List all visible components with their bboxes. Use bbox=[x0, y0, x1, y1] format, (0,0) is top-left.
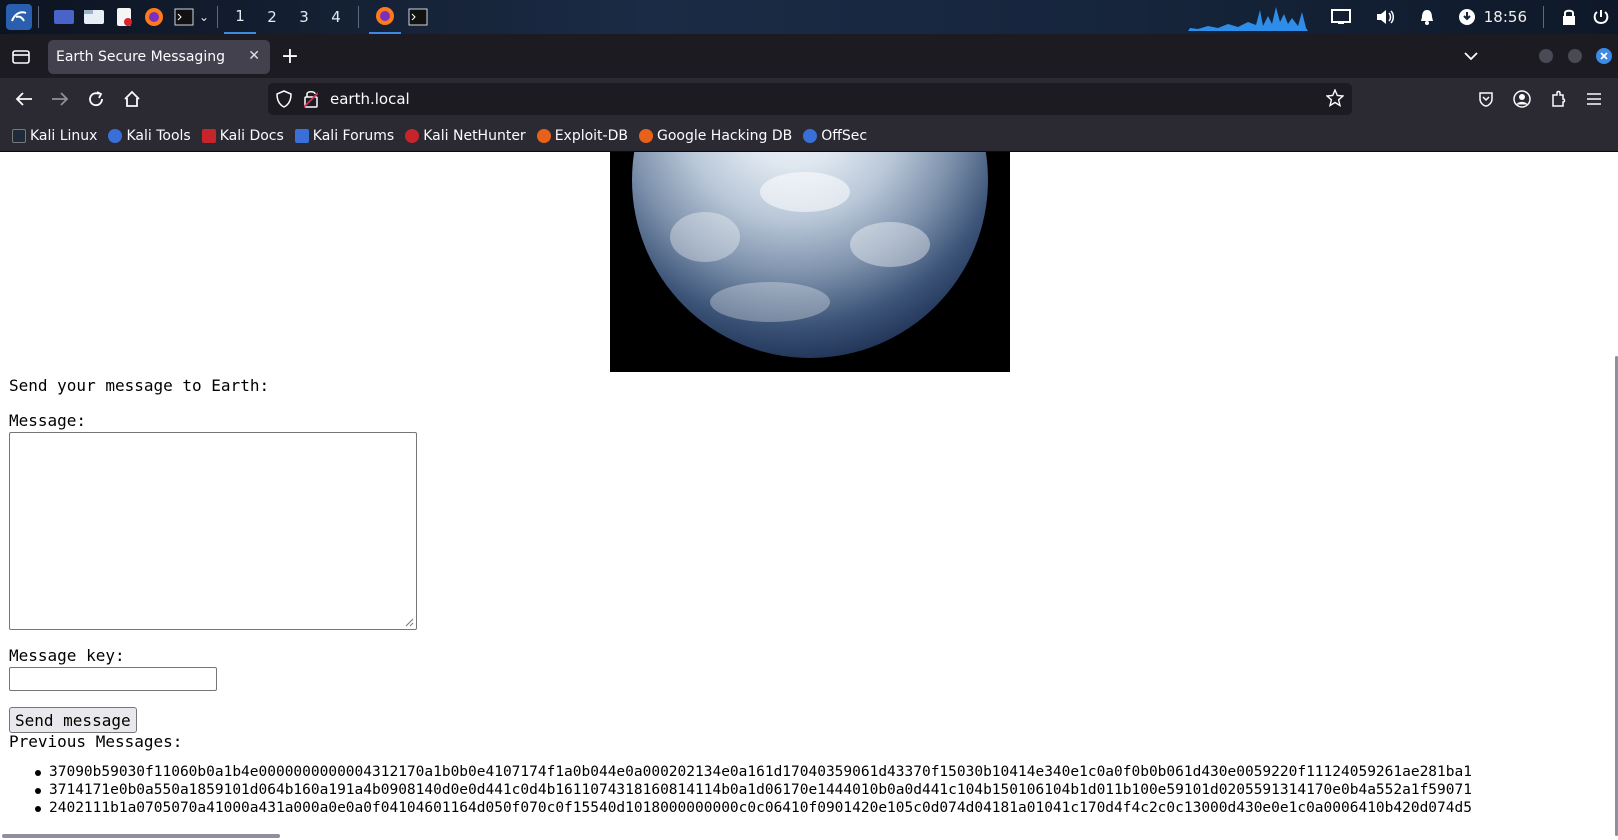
lock-icon[interactable] bbox=[1558, 6, 1580, 28]
taskbar-separator bbox=[38, 6, 39, 28]
exploit-db-icon bbox=[536, 128, 551, 143]
kali-dragon-icon bbox=[12, 128, 26, 143]
close-icon[interactable]: ✕ bbox=[248, 48, 260, 64]
pocket-icon[interactable] bbox=[1472, 85, 1500, 113]
bookmark-offsec[interactable]: OffSec bbox=[803, 128, 867, 144]
page-content: Send your message to Earth: Message: Mes… bbox=[0, 152, 1618, 840]
taskbar: ⌄ 1 2 3 4 18:56 bbox=[0, 0, 1618, 34]
nethunter-icon bbox=[405, 128, 420, 143]
workspace-3[interactable]: 3 bbox=[288, 0, 320, 34]
taskbar-separator bbox=[217, 6, 218, 28]
insecure-lock-icon[interactable] bbox=[303, 90, 319, 112]
taskbar-separator bbox=[358, 6, 359, 28]
power-icon[interactable] bbox=[1590, 6, 1612, 28]
taskbar-separator bbox=[1543, 6, 1544, 28]
tab-title: Earth Secure Messaging bbox=[56, 49, 225, 65]
reload-icon[interactable] bbox=[82, 85, 110, 113]
url-bar[interactable]: earth.local bbox=[268, 83, 1352, 115]
list-item: 2402111b1a0705070a41000a431a000a0e0a0f04… bbox=[35, 800, 1472, 818]
kali-docs-icon bbox=[201, 128, 216, 143]
bookmark-google-hacking-db[interactable]: Google Hacking DB bbox=[638, 128, 792, 144]
kali-forums-icon bbox=[294, 128, 309, 143]
update-icon[interactable] bbox=[1456, 6, 1478, 28]
message-label: Message: bbox=[9, 411, 87, 430]
workspace-1[interactable]: 1 bbox=[224, 0, 256, 34]
kali-menu-icon[interactable] bbox=[6, 4, 32, 30]
account-icon[interactable] bbox=[1508, 85, 1536, 113]
bookmark-star-icon[interactable] bbox=[1325, 88, 1345, 111]
cloud-swirl bbox=[670, 212, 740, 262]
tab-overview-icon[interactable] bbox=[7, 42, 35, 70]
shield-icon[interactable] bbox=[276, 90, 292, 112]
volume-icon[interactable] bbox=[1374, 6, 1396, 28]
list-item: 37090b59030f11060b0a1b4e0000000000004312… bbox=[35, 764, 1472, 782]
send-message-button[interactable]: Send message bbox=[9, 707, 137, 733]
bookmark-kali-nethunter[interactable]: Kali NetHunter bbox=[405, 128, 526, 144]
bookmark-kali-linux[interactable]: Kali Linux bbox=[12, 128, 97, 144]
kali-tools-icon bbox=[108, 128, 123, 143]
text-editor-icon[interactable] bbox=[113, 6, 135, 28]
message-key-label: Message key: bbox=[9, 646, 125, 665]
bookmarks-toolbar: Kali Linux Kali Tools Kali Docs Kali For… bbox=[0, 120, 1618, 152]
bookmark-kali-docs[interactable]: Kali Docs bbox=[201, 128, 284, 144]
intro-text: Send your message to Earth: bbox=[9, 376, 270, 395]
chevron-down-icon[interactable]: ⌄ bbox=[197, 6, 211, 28]
message-textarea[interactable] bbox=[9, 432, 417, 630]
back-arrow-icon[interactable] bbox=[10, 85, 38, 113]
new-tab-button[interactable]: + bbox=[276, 42, 304, 70]
close-window-button[interactable] bbox=[1590, 42, 1618, 70]
forward-arrow-icon[interactable] bbox=[46, 85, 74, 113]
bookmark-kali-tools[interactable]: Kali Tools bbox=[108, 128, 191, 144]
previous-messages-list: 37090b59030f11060b0a1b4e0000000000004312… bbox=[35, 764, 1472, 818]
home-icon[interactable] bbox=[118, 85, 146, 113]
terminal-icon[interactable] bbox=[173, 6, 195, 28]
firefox-icon[interactable] bbox=[143, 6, 165, 28]
clock[interactable]: 18:56 bbox=[1484, 8, 1527, 26]
cloud-swirl bbox=[760, 172, 850, 212]
tab-earth-secure-messaging[interactable]: Earth Secure Messaging ✕ bbox=[48, 40, 270, 74]
firefox-window-icon[interactable] bbox=[369, 0, 401, 34]
resize-grip-icon[interactable] bbox=[404, 617, 414, 627]
workspace-2[interactable]: 2 bbox=[256, 0, 288, 34]
ghdb-icon bbox=[638, 128, 653, 143]
bookmark-kali-forums[interactable]: Kali Forums bbox=[294, 128, 394, 144]
cloud-swirl bbox=[850, 222, 930, 267]
minimize-button[interactable] bbox=[1532, 42, 1560, 70]
maximize-button[interactable] bbox=[1561, 42, 1589, 70]
desktop-icon[interactable] bbox=[53, 6, 75, 28]
url-text[interactable]: earth.local bbox=[330, 90, 410, 108]
cloud-swirl bbox=[710, 282, 830, 322]
earth-image bbox=[610, 152, 1010, 372]
workspace-4[interactable]: 4 bbox=[320, 0, 352, 34]
hamburger-menu-icon[interactable] bbox=[1580, 85, 1608, 113]
horizontal-scrollbar[interactable] bbox=[2, 834, 280, 838]
terminal-window-icon[interactable] bbox=[407, 6, 429, 28]
navigation-toolbar: earth.local bbox=[0, 78, 1618, 120]
message-key-input[interactable] bbox=[9, 667, 217, 691]
previous-messages-label: Previous Messages: bbox=[9, 732, 183, 751]
display-icon[interactable] bbox=[1330, 6, 1352, 28]
browser-tab-bar: Earth Secure Messaging ✕ + bbox=[0, 34, 1618, 78]
offsec-icon bbox=[803, 128, 818, 143]
notification-bell-icon[interactable] bbox=[1416, 6, 1438, 28]
list-item: 3714171e0b0a550a1859101d064b160a191a4b09… bbox=[35, 782, 1472, 800]
tab-list-chevron-icon[interactable] bbox=[1457, 42, 1485, 70]
extensions-icon[interactable] bbox=[1544, 85, 1572, 113]
cpu-graph-icon bbox=[1167, 2, 1308, 32]
bookmark-exploit-db[interactable]: Exploit-DB bbox=[536, 128, 628, 144]
file-manager-icon[interactable] bbox=[83, 6, 105, 28]
